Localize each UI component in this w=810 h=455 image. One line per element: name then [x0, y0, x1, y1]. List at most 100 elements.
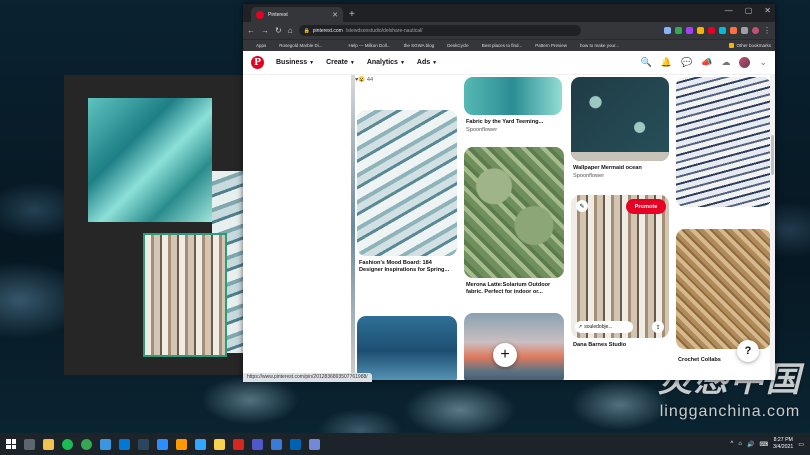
help-button[interactable]: ?: [737, 340, 759, 362]
volume-icon[interactable]: 🔊: [747, 441, 754, 448]
pinterest-logo-icon[interactable]: P: [251, 56, 264, 69]
bookmark-apps[interactable]: Apps: [249, 43, 266, 48]
scrollbar-thumb[interactable]: [771, 135, 774, 175]
pin-title[interactable]: Fashion's Mood Board: 184 Designer Inspi…: [359, 260, 455, 274]
search-icon[interactable]: 🔍: [641, 57, 652, 68]
extension-icon[interactable]: [708, 27, 715, 34]
extension-icon[interactable]: [730, 27, 737, 34]
taskbar-app-icon[interactable]: [62, 438, 73, 450]
pin-partial-left-column[interactable]: [351, 75, 355, 380]
close-tab-icon[interactable]: ✕: [332, 11, 338, 19]
nav-analytics[interactable]: Analytics ▼: [367, 59, 405, 66]
pin-feed: ♥😮 44 Fashion's Mood Board: 184 Designer…: [243, 75, 775, 380]
extension-icon[interactable]: [697, 27, 704, 34]
image-tile-whale-pattern[interactable]: [88, 98, 212, 222]
new-tab-button[interactable]: +: [349, 8, 355, 22]
bookmark-sgwa-blog[interactable]: the SGWA blog: [397, 43, 435, 48]
menu-kebab-icon[interactable]: ⋮: [763, 26, 771, 35]
edit-pencil-icon[interactable]: ✎: [576, 200, 588, 212]
tab-pinterest[interactable]: Pinterest ✕: [251, 7, 343, 22]
pin-title[interactable]: Wallpaper Mermaid ocean: [573, 165, 669, 172]
taskbar-app-icon[interactable]: [271, 438, 282, 450]
image-tile-driftwood-sculpture[interactable]: [143, 233, 227, 357]
nav-ads[interactable]: Ads ▼: [417, 59, 437, 66]
nav-business[interactable]: Business ▼: [276, 59, 314, 66]
browser-window: Pinterest ✕ + — ▢ ✕ ← → ↻ ⌂ 🔒 pinterest.…: [243, 4, 775, 380]
minimize-button[interactable]: —: [725, 6, 733, 15]
taskbar-app-icon[interactable]: [138, 438, 149, 450]
extension-icon[interactable]: [686, 27, 693, 34]
network-icon[interactable]: ⌂: [738, 441, 742, 447]
pin-mermaid-wallpaper[interactable]: [571, 77, 669, 161]
pin-source[interactable]: Spoonflower: [573, 173, 604, 179]
maximize-button[interactable]: ▢: [745, 6, 753, 15]
pin-title[interactable]: Merona Latte:Solarium Outdoor fabric. Pe…: [466, 282, 562, 296]
keyboard-icon[interactable]: ⌨: [759, 441, 768, 448]
announcements-megaphone-icon[interactable]: 📣: [701, 57, 712, 68]
clock[interactable]: 8:27 PM 3/4/2021: [773, 437, 793, 451]
chevron-up-icon[interactable]: ^: [731, 441, 734, 447]
chevron-down-icon[interactable]: ⌄: [759, 57, 767, 68]
pin-source[interactable]: Spoonflower: [466, 127, 497, 133]
bookmark-favicon-icon: [440, 43, 445, 48]
extension-icon[interactable]: [664, 27, 671, 34]
taskbar-app-icon[interactable]: [233, 438, 244, 450]
windows-start-icon[interactable]: [6, 439, 16, 449]
pin-rope-texture[interactable]: [676, 229, 771, 349]
pin-underwater-fish[interactable]: [357, 316, 457, 380]
promote-button[interactable]: Promote: [626, 199, 666, 214]
avatar[interactable]: [739, 57, 751, 68]
profile-avatar-icon[interactable]: [752, 27, 759, 34]
pin-paisley-fabric[interactable]: [464, 147, 564, 278]
taskbar-app-icon[interactable]: [214, 438, 225, 450]
taskbar-app-icon[interactable]: [100, 438, 111, 450]
scrollbar[interactable]: [770, 75, 775, 380]
home-icon[interactable]: ⌂: [288, 26, 293, 35]
notifications-bell-icon[interactable]: 🔔: [661, 57, 672, 68]
reload-icon[interactable]: ↻: [275, 26, 282, 35]
taskbar-app-icon[interactable]: [119, 438, 130, 450]
add-pin-button[interactable]: +: [493, 343, 517, 367]
notifications-icon[interactable]: ▭: [798, 441, 804, 448]
header-actions: 🔍 🔔 💬 📣 ☁ ⌄: [641, 57, 767, 68]
pin-blue-waves-fabric[interactable]: [676, 77, 771, 207]
messages-icon[interactable]: 💬: [681, 57, 692, 68]
extension-icon[interactable]: [675, 27, 682, 34]
folder-icon: [729, 43, 735, 48]
address-bar[interactable]: 🔒 pinterest.com/stewdsonstudio/delshare-…: [298, 25, 581, 36]
bookmark-rosegold[interactable]: Rosegold Marble Di...: [272, 43, 322, 48]
taskbar-app-icon[interactable]: [157, 438, 168, 450]
bookmark-how-to-make[interactable]: how to make your...: [573, 43, 619, 48]
bookmark-label: the SGWA blog: [403, 43, 435, 48]
taskbar-app-icon[interactable]: [309, 438, 320, 450]
updates-icon[interactable]: ☁: [721, 57, 730, 68]
back-icon[interactable]: ←: [247, 26, 255, 35]
pin-ocean-waves[interactable]: [357, 110, 457, 256]
taskbar-app-icon[interactable]: [290, 438, 301, 450]
taskbar-app-icon[interactable]: [24, 438, 35, 450]
bookmark-favicon-only[interactable]: [329, 43, 336, 48]
forward-icon[interactable]: →: [261, 26, 269, 35]
taskbar-app-icon[interactable]: [176, 438, 187, 450]
url-host: pinterest.com: [312, 27, 343, 34]
pinterest-favicon-icon: [256, 10, 264, 19]
pin-title[interactable]: Dana Barnes Studio: [573, 342, 669, 349]
share-icon[interactable]: ⇪: [652, 321, 664, 333]
bookmark-deskcycle[interactable]: DeskCycle: [440, 43, 469, 48]
pin-title[interactable]: Fabric by the Yard Teeming...: [466, 119, 562, 126]
bookmark-pattern-preview[interactable]: Pattern Preview: [528, 43, 567, 48]
pin-source-link[interactable]: ↗ souledobje...: [575, 321, 633, 333]
taskbar-app-icon[interactable]: [43, 438, 54, 450]
close-window-button[interactable]: ✕: [764, 6, 771, 15]
nav-create[interactable]: Create ▼: [326, 59, 355, 66]
extension-icon[interactable]: [719, 27, 726, 34]
taskbar-app-icon[interactable]: [195, 438, 206, 450]
pin-driftwood-sculpture[interactable]: [571, 195, 669, 338]
bookmark-best-places[interactable]: Best places to find...: [475, 43, 523, 48]
bookmark-other[interactable]: Other bookmarks: [729, 43, 771, 48]
bookmark-help-milkon[interactable]: Help — Milkon Doll...: [342, 43, 391, 48]
pin-whale-fabric[interactable]: [464, 77, 562, 115]
extension-icon[interactable]: [741, 27, 748, 34]
taskbar-app-icon[interactable]: [81, 438, 92, 450]
taskbar-app-icon[interactable]: [252, 438, 263, 450]
